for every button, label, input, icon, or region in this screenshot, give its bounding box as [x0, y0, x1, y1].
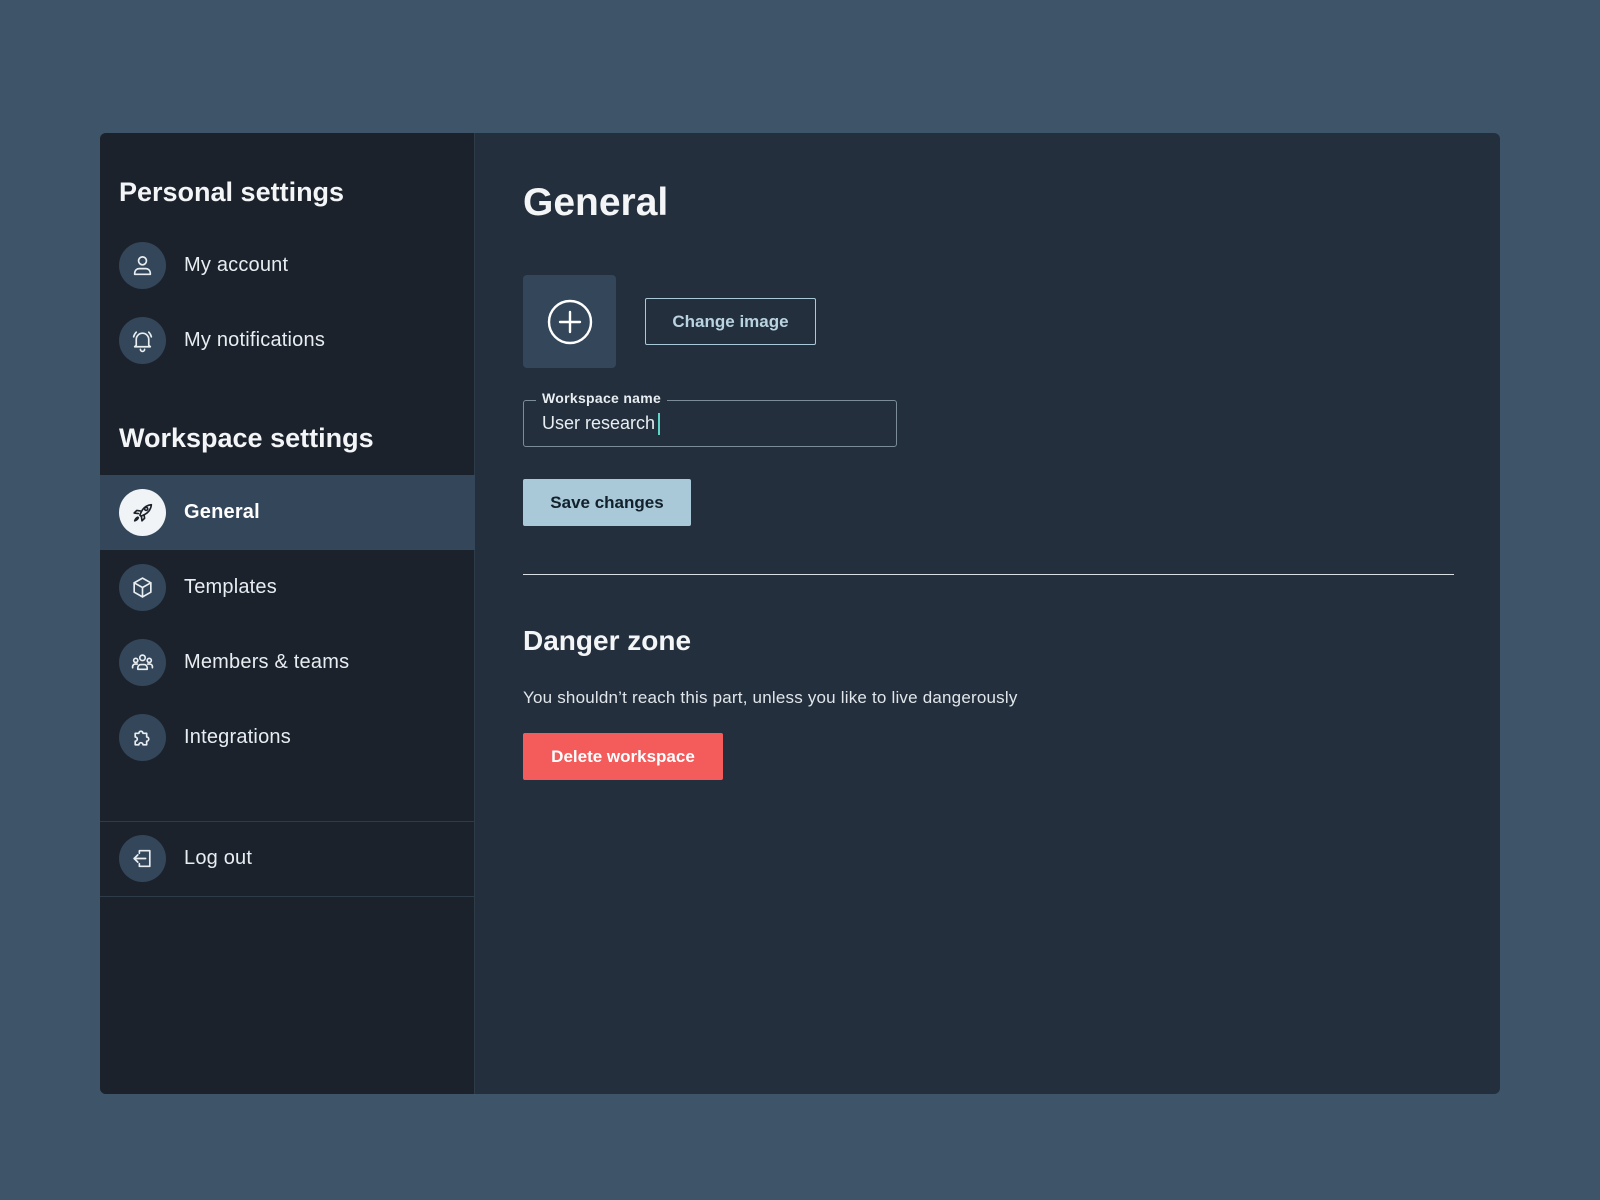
sidebar-item-label: My notifications [184, 329, 326, 351]
workspace-settings-heading: Workspace settings [119, 423, 374, 453]
logout-label: Log out [184, 847, 253, 869]
sidebar-item-label: Members & teams [184, 651, 350, 673]
sidebar-item-members-teams[interactable]: Members & teams [100, 625, 475, 700]
workspace-name-field: Workspace name [523, 390, 897, 447]
user-icon [119, 242, 166, 289]
workspace-image-upload[interactable] [523, 275, 616, 368]
settings-window: Personal settings My account My notifica… [100, 133, 1500, 1094]
workspace-name-input[interactable] [524, 401, 896, 446]
danger-zone-description: You shouldn’t reach this part, unless yo… [523, 688, 1018, 707]
save-changes-button[interactable]: Save changes [523, 479, 691, 526]
sidebar-item-integrations[interactable]: Integrations [100, 700, 475, 775]
logout-button[interactable]: Log out [100, 822, 475, 895]
bell-icon [119, 317, 166, 364]
sidebar: Personal settings My account My notifica… [100, 133, 475, 1094]
section-divider [523, 574, 1454, 575]
sidebar-item-label: General [184, 501, 260, 523]
sidebar-item-label: My account [184, 254, 289, 276]
sidebar-item-general[interactable]: General [100, 475, 475, 550]
sidebar-item-label: Integrations [184, 726, 291, 748]
logout-icon [119, 835, 166, 882]
sidebar-item-my-notifications[interactable]: My notifications [100, 303, 475, 378]
sidebar-item-label: Templates [184, 576, 277, 598]
sidebar-item-templates[interactable]: Templates [100, 550, 475, 625]
cube-icon [119, 564, 166, 611]
text-caret [658, 413, 660, 435]
rocket-icon [119, 489, 166, 536]
danger-zone-heading: Danger zone [523, 625, 692, 656]
page-title: General [523, 181, 669, 224]
logout-section: Log out [100, 821, 475, 897]
main-content: General Change image Workspace name Save… [475, 133, 1500, 1094]
sidebar-item-my-account[interactable]: My account [100, 228, 475, 303]
personal-settings-heading: Personal settings [119, 177, 345, 207]
puzzle-icon [119, 714, 166, 761]
change-image-button[interactable]: Change image [645, 298, 816, 345]
users-icon [119, 639, 166, 686]
delete-workspace-button[interactable]: Delete workspace [523, 733, 723, 780]
plus-circle-icon [547, 299, 592, 344]
